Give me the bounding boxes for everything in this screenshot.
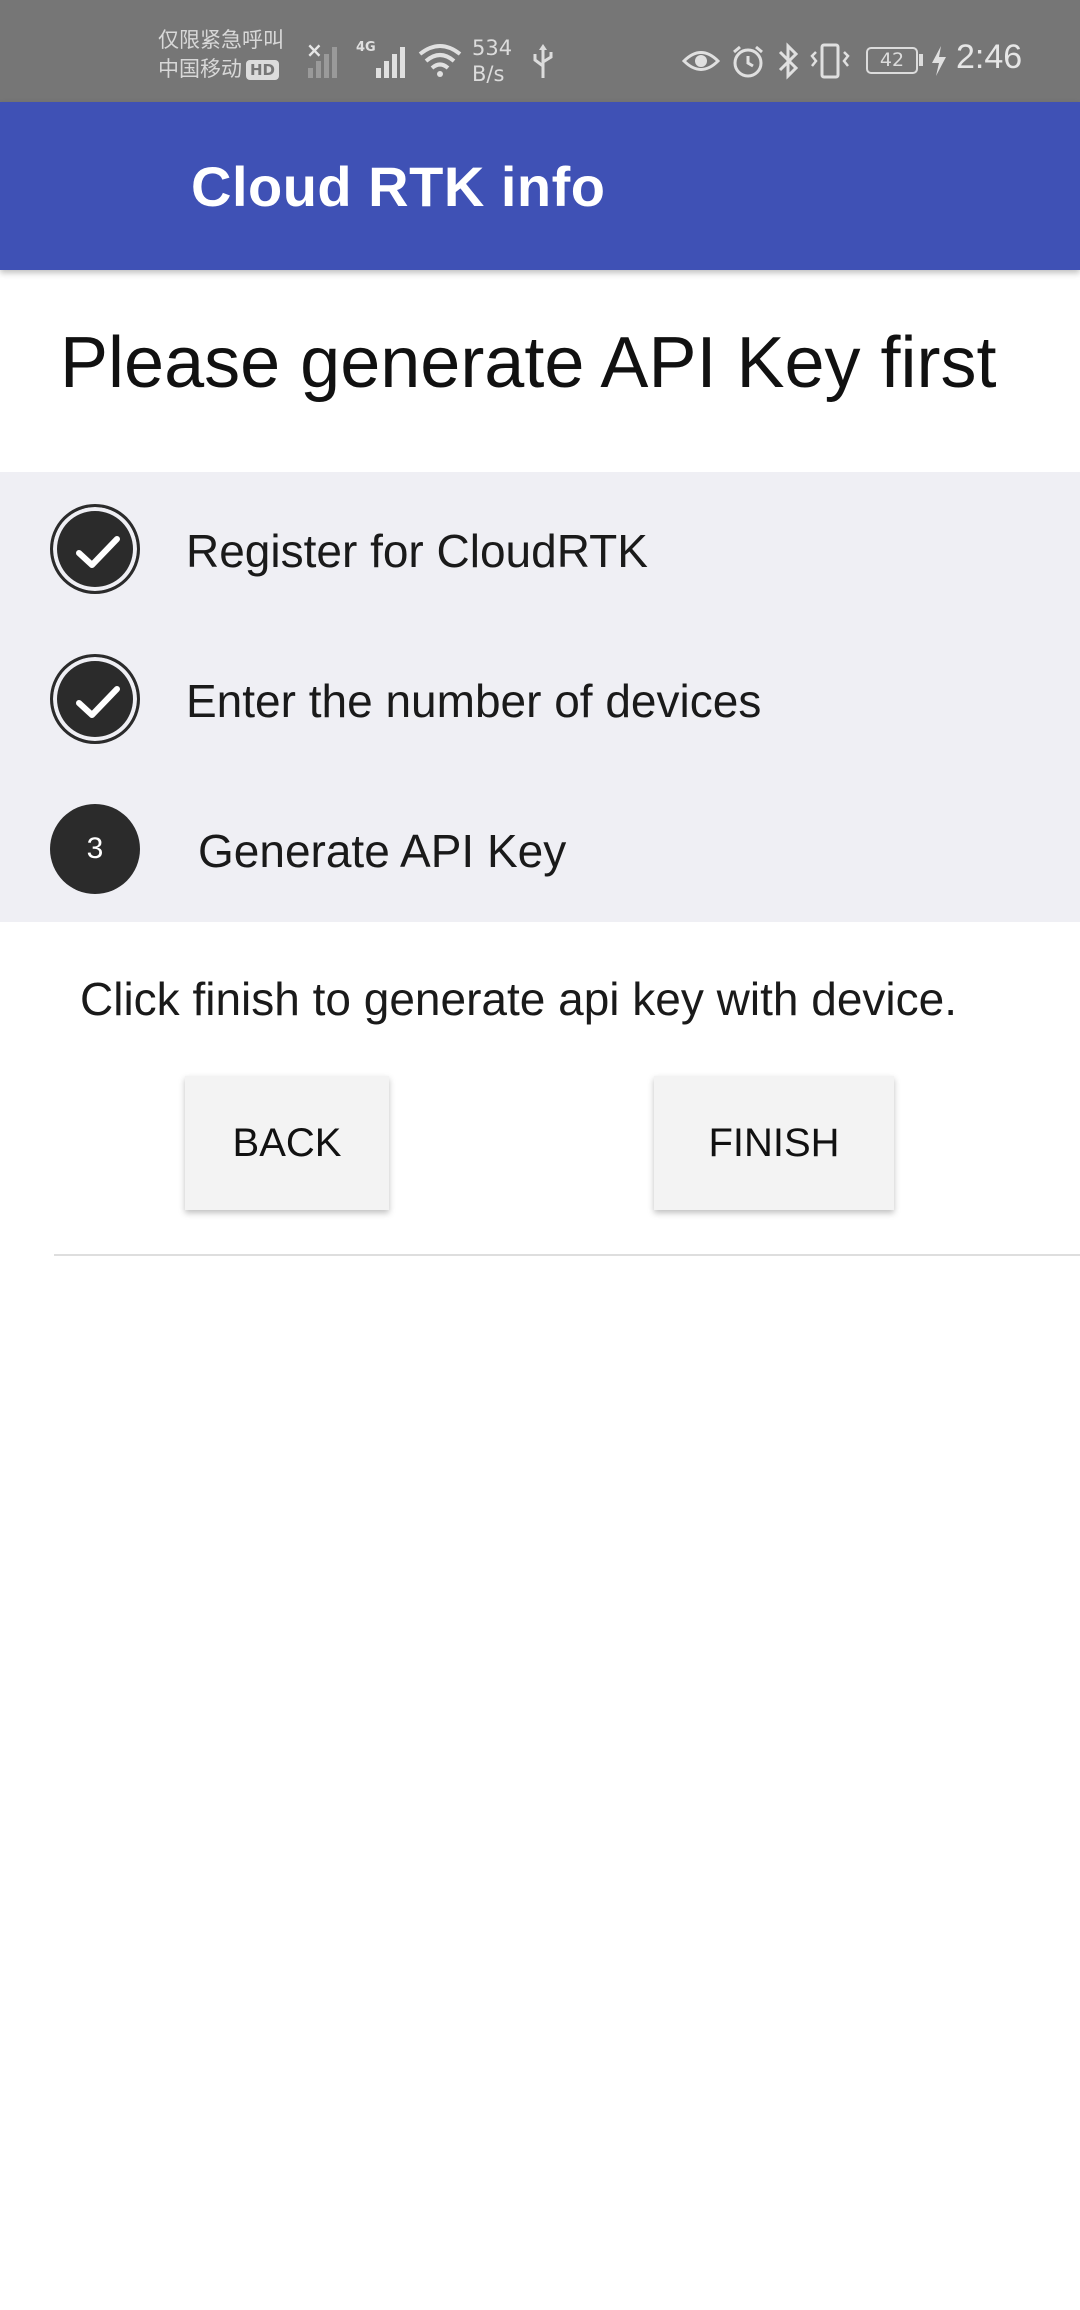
carrier-info: 仅限紧急呼叫 中国移动 HD: [158, 26, 284, 84]
step-item: Enter the number of devices: [0, 644, 1080, 754]
app-bar: Cloud RTK info: [0, 102, 1080, 270]
carrier-name: 中国移动: [158, 57, 242, 81]
eye-icon: [682, 51, 720, 71]
step-item: 3 Generate API Key: [0, 794, 1080, 904]
usb-icon: [533, 44, 553, 78]
battery-icon: 42: [866, 47, 918, 74]
carrier-emergency-text: 仅限紧急呼叫: [158, 28, 284, 52]
step-complete-indicator: [50, 654, 140, 744]
vibrate-icon: [810, 43, 850, 79]
signal-icon: [308, 42, 337, 78]
back-button[interactable]: BACK: [185, 1076, 389, 1210]
net-speed: 534 B/s: [472, 36, 513, 86]
step-label: Register for CloudRTK: [186, 525, 648, 577]
check-icon: [76, 536, 120, 568]
instruction-text: Click finish to generate api key with de…: [80, 973, 957, 1025]
step-item: Register for CloudRTK: [0, 494, 1080, 604]
bluetooth-icon: [778, 42, 799, 80]
hd-badge: HD: [246, 60, 280, 80]
check-icon: [76, 686, 120, 718]
step-number: 3: [86, 832, 104, 865]
signal-icon: [376, 42, 405, 78]
wifi-icon: [418, 44, 462, 77]
stepper: Register for CloudRTK Enter the number o…: [0, 472, 1080, 922]
step-number-indicator: 3: [50, 804, 140, 894]
step-label: Generate API Key: [198, 825, 567, 877]
battery-tip: [919, 54, 923, 66]
finish-button[interactable]: FINISH: [654, 1076, 894, 1210]
clock: 2:46: [956, 38, 1023, 76]
status-bar: 仅限紧急呼叫 中国移动 HD × 4G 534 B/s 42 2:46: [0, 0, 1080, 102]
step-label: Enter the number of devices: [186, 675, 762, 727]
charging-icon: [932, 46, 946, 76]
divider: [54, 1254, 1080, 1256]
page-heading: Please generate API Key first: [60, 323, 997, 403]
step-complete-indicator: [50, 504, 140, 594]
alarm-icon: [733, 45, 763, 78]
network-type: 4G: [356, 40, 376, 55]
app-title: Cloud RTK info: [191, 155, 606, 218]
